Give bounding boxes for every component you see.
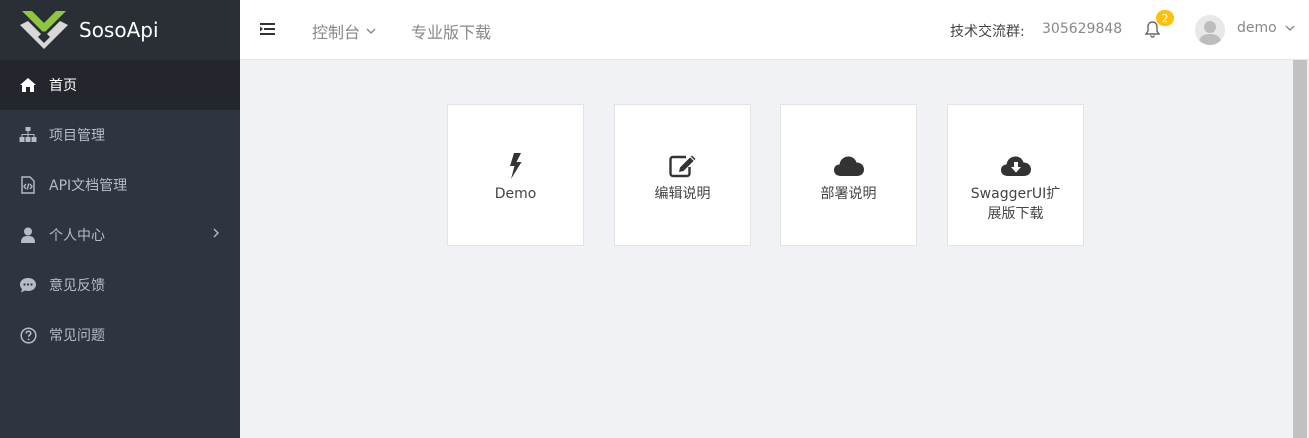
group-label: 技术交流群: xyxy=(950,24,1025,40)
card-deploy-guide[interactable]: 部署说明 xyxy=(780,104,917,246)
logo[interactable]: SosoApi xyxy=(0,0,240,60)
sidebar-item-profile[interactable]: 个人中心 xyxy=(0,210,240,260)
home-icon xyxy=(19,76,37,94)
sidebar: SosoApi 首页 项目管理 API文档管理 个人中心 意见反馈 常见问题 xyxy=(0,0,240,438)
username: demo xyxy=(1237,20,1277,36)
sidebar-item-home[interactable]: 首页 xyxy=(0,60,240,110)
sidebar-item-feedback[interactable]: 意见反馈 xyxy=(0,260,240,310)
top-header: 控制台 专业版下载 技术交流群: 305629848 2 demo xyxy=(240,0,1309,60)
chevron-down-icon xyxy=(366,28,376,34)
console-label: 控制台 xyxy=(312,23,361,42)
sitemap-icon xyxy=(19,126,37,144)
notification-badge: 2 xyxy=(1156,10,1174,26)
card-edit-guide[interactable]: 编辑说明 xyxy=(614,104,751,246)
cloud-download-icon xyxy=(1000,152,1032,180)
card-swaggerui-download[interactable]: SwaggerUI扩展版下载 xyxy=(947,104,1084,246)
scrollbar[interactable] xyxy=(1293,60,1307,438)
user-icon xyxy=(19,226,37,244)
pro-download-link[interactable]: 专业版下载 xyxy=(411,19,491,43)
card-label: Demo xyxy=(494,186,537,202)
sidebar-item-label: 首页 xyxy=(49,78,77,94)
card-demo[interactable]: Demo xyxy=(447,104,584,246)
avatar[interactable] xyxy=(1195,15,1225,45)
bolt-icon xyxy=(509,152,523,180)
sidebar-item-label: 意见反馈 xyxy=(49,278,105,294)
card-label: 部署说明 xyxy=(820,186,877,202)
app-title: SosoApi xyxy=(79,18,159,42)
sidebar-item-projects[interactable]: 项目管理 xyxy=(0,110,240,160)
comment-icon xyxy=(19,276,37,294)
cloud-icon xyxy=(833,152,865,180)
sidebar-item-label: 个人中心 xyxy=(49,228,105,244)
logo-icon xyxy=(20,11,68,49)
menu-toggle-icon[interactable] xyxy=(260,21,275,40)
sidebar-item-label: API文档管理 xyxy=(49,178,128,194)
file-code-icon xyxy=(19,176,37,194)
chevron-right-icon xyxy=(212,227,220,243)
edit-icon xyxy=(668,152,698,180)
card-label: 编辑说明 xyxy=(654,186,711,202)
question-circle-icon xyxy=(19,326,37,344)
user-menu[interactable]: demo xyxy=(1237,20,1296,36)
group-number: 305629848 xyxy=(1042,21,1123,37)
sidebar-item-label: 项目管理 xyxy=(49,128,105,144)
sidebar-item-faq[interactable]: 常见问题 xyxy=(0,310,240,360)
console-menu[interactable]: 控制台 xyxy=(312,19,377,43)
chevron-down-icon xyxy=(1285,25,1295,31)
card-label: SwaggerUI扩展版下载 xyxy=(970,186,1061,222)
sidebar-item-label: 常见问题 xyxy=(49,328,105,344)
sidebar-item-api-docs[interactable]: API文档管理 xyxy=(0,160,240,210)
